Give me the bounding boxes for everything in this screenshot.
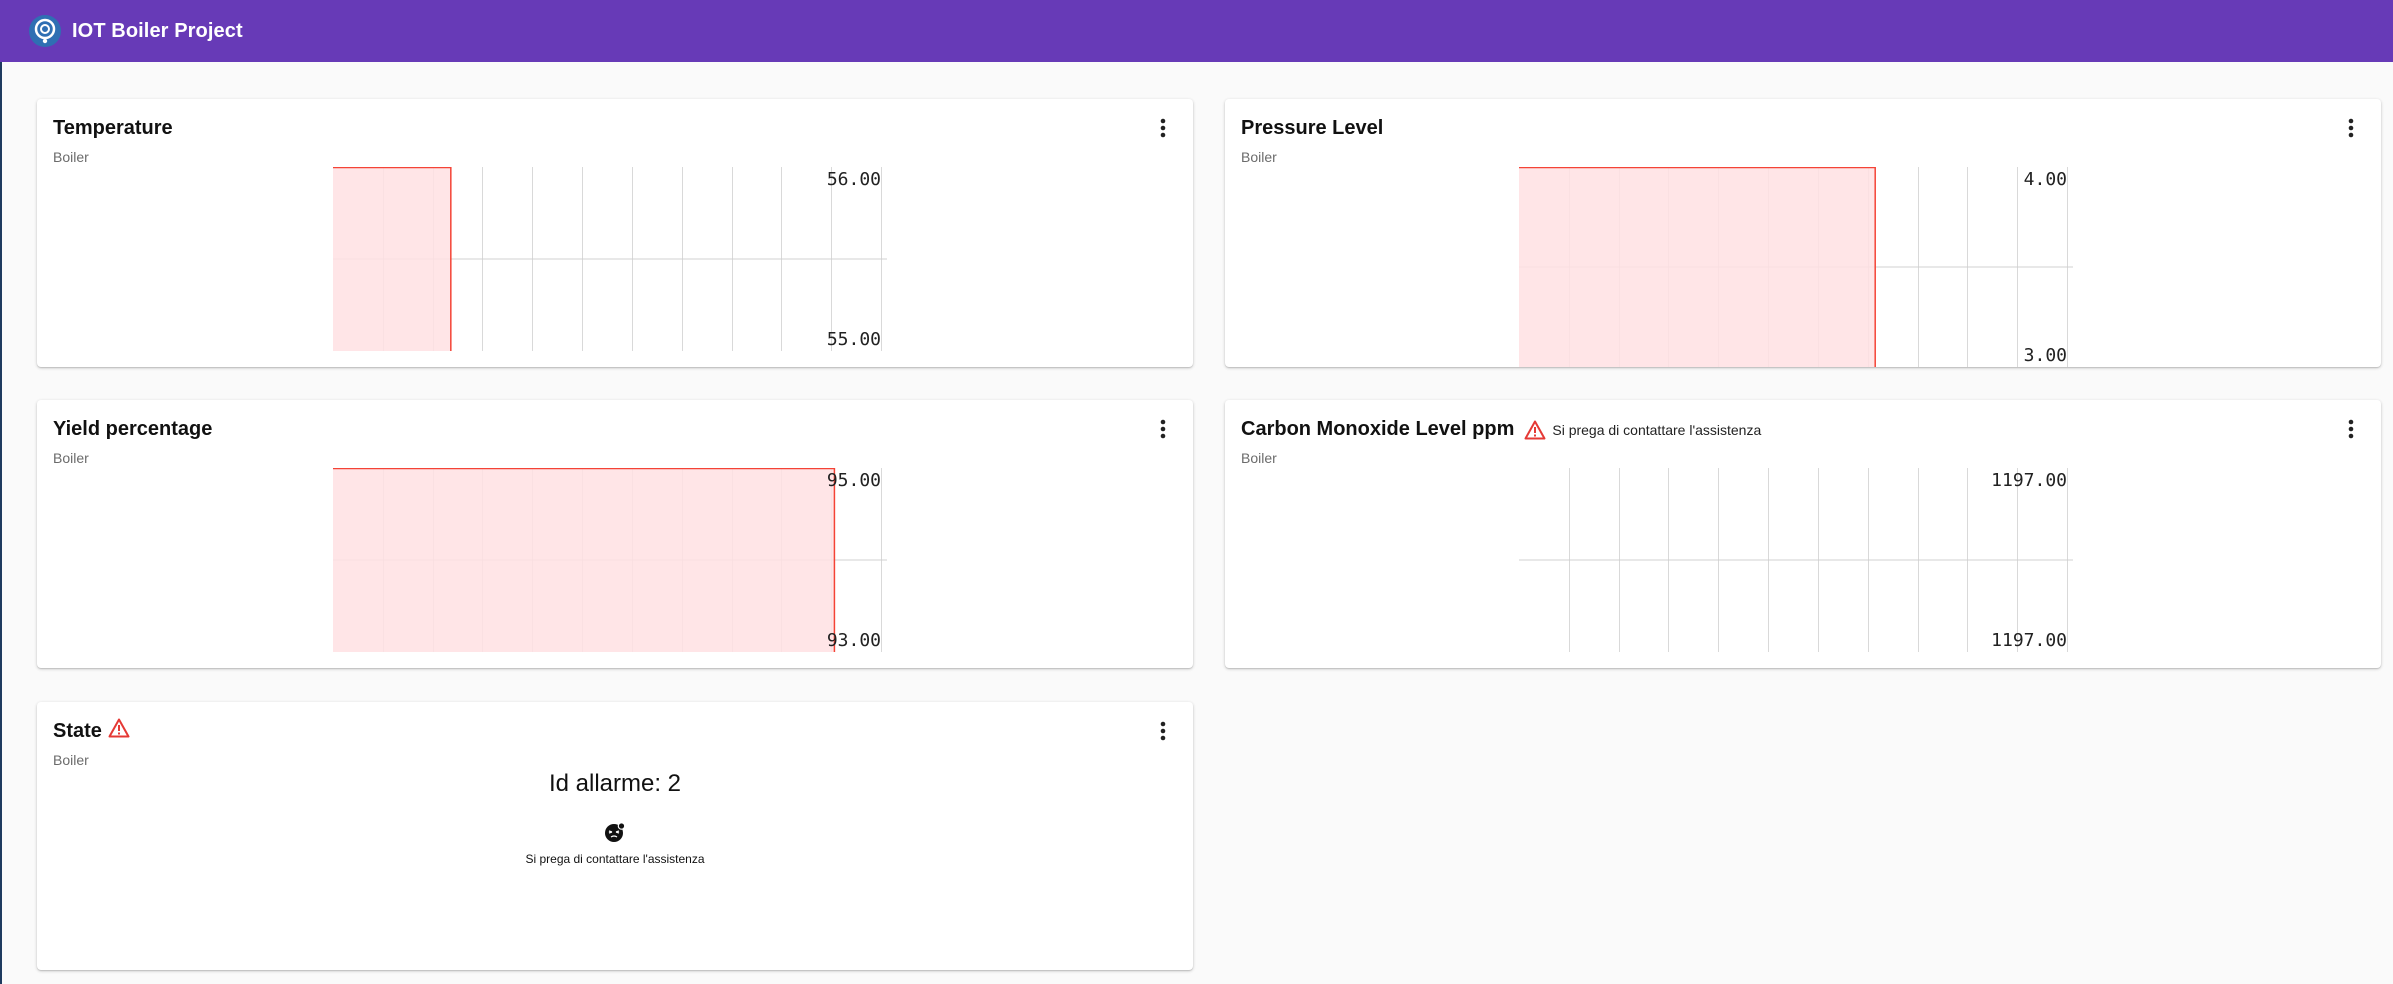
y-tick-bottom: 3.00 <box>2024 345 2067 366</box>
area-fill <box>333 167 451 351</box>
y-tick-top: 4.00 <box>2024 169 2067 190</box>
alarm-message: Si prega di contattare l'assistenza <box>525 852 705 866</box>
warning-icon <box>1524 420 1546 439</box>
temperature-chart: 56.00 55.00 <box>333 167 887 351</box>
window-left-edge <box>0 0 2 984</box>
card-subtitle: Boiler <box>53 149 89 165</box>
card-subtitle: Boiler <box>1241 149 1277 165</box>
warning-icon <box>108 718 130 737</box>
area-fill <box>333 468 835 652</box>
card-title: Temperature <box>53 117 173 139</box>
alarm-text: Si prega di contattare l'assistenza <box>1552 421 1762 438</box>
state-card: State Boiler Id allarme: 2 Si prega di c… <box>37 702 1193 970</box>
more-options-icon[interactable] <box>1153 719 1173 743</box>
y-tick-top: 1197.00 <box>1991 470 2067 491</box>
area-fill <box>1519 167 1876 367</box>
card-title: Pressure Level <box>1241 117 1384 139</box>
card-title: Carbon Monoxide Level ppm Si prega di co… <box>1241 418 1762 440</box>
card-title: State <box>53 718 130 743</box>
carbon-monoxide-chart: 1197.00 1197.00 <box>1519 468 2073 652</box>
pressure-card: Pressure Level Boiler 4.00 3.00 <box>1225 99 2381 367</box>
y-tick-bottom: 1197.00 <box>1991 630 2067 651</box>
y-tick-top: 95.00 <box>827 470 881 491</box>
alarm-id: Id allarme: 2 <box>548 770 682 797</box>
card-subtitle: Boiler <box>53 752 89 768</box>
pressure-chart: 4.00 3.00 <box>1519 167 2073 367</box>
y-tick-top: 56.00 <box>827 169 881 190</box>
more-options-icon[interactable] <box>2341 116 2361 140</box>
yield-chart: 95.00 93.00 <box>333 468 887 652</box>
card-subtitle: Boiler <box>1241 450 1277 466</box>
yield-card: Yield percentage Boiler 95.00 93.00 <box>37 400 1193 668</box>
more-options-icon[interactable] <box>1153 116 1173 140</box>
card-subtitle: Boiler <box>53 450 89 466</box>
y-tick-bottom: 55.00 <box>827 329 881 350</box>
temperature-card: Temperature Boiler 56.00 55.00 <box>37 99 1193 367</box>
app-title: IOT Boiler Project <box>72 19 243 42</box>
more-options-icon[interactable] <box>2341 417 2361 441</box>
boiler-alarm-icon <box>605 822 626 842</box>
more-options-icon[interactable] <box>1153 417 1173 441</box>
card-title: Yield percentage <box>53 418 213 440</box>
y-tick-bottom: 93.00 <box>827 630 881 651</box>
app-header: IOT Boiler Project <box>0 0 2393 62</box>
app-logo-icon <box>29 15 61 47</box>
carbon-monoxide-card: Carbon Monoxide Level ppm Si prega di co… <box>1225 400 2381 668</box>
